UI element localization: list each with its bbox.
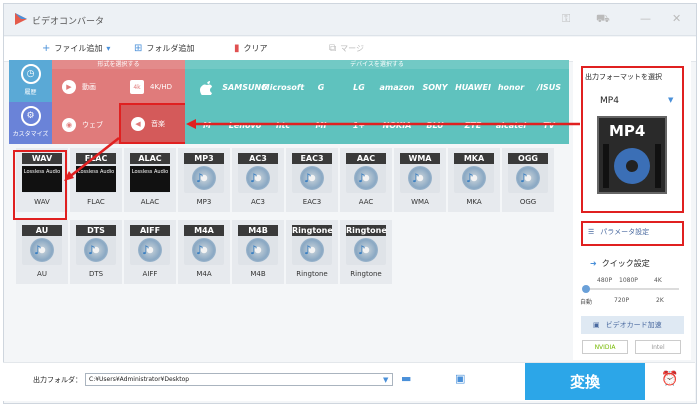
arrow-audio-to-wav bbox=[67, 137, 120, 179]
arrowhead-icon bbox=[186, 119, 196, 129]
annotation-arrows bbox=[64, 119, 580, 181]
arrowhead-icon bbox=[64, 171, 74, 181]
